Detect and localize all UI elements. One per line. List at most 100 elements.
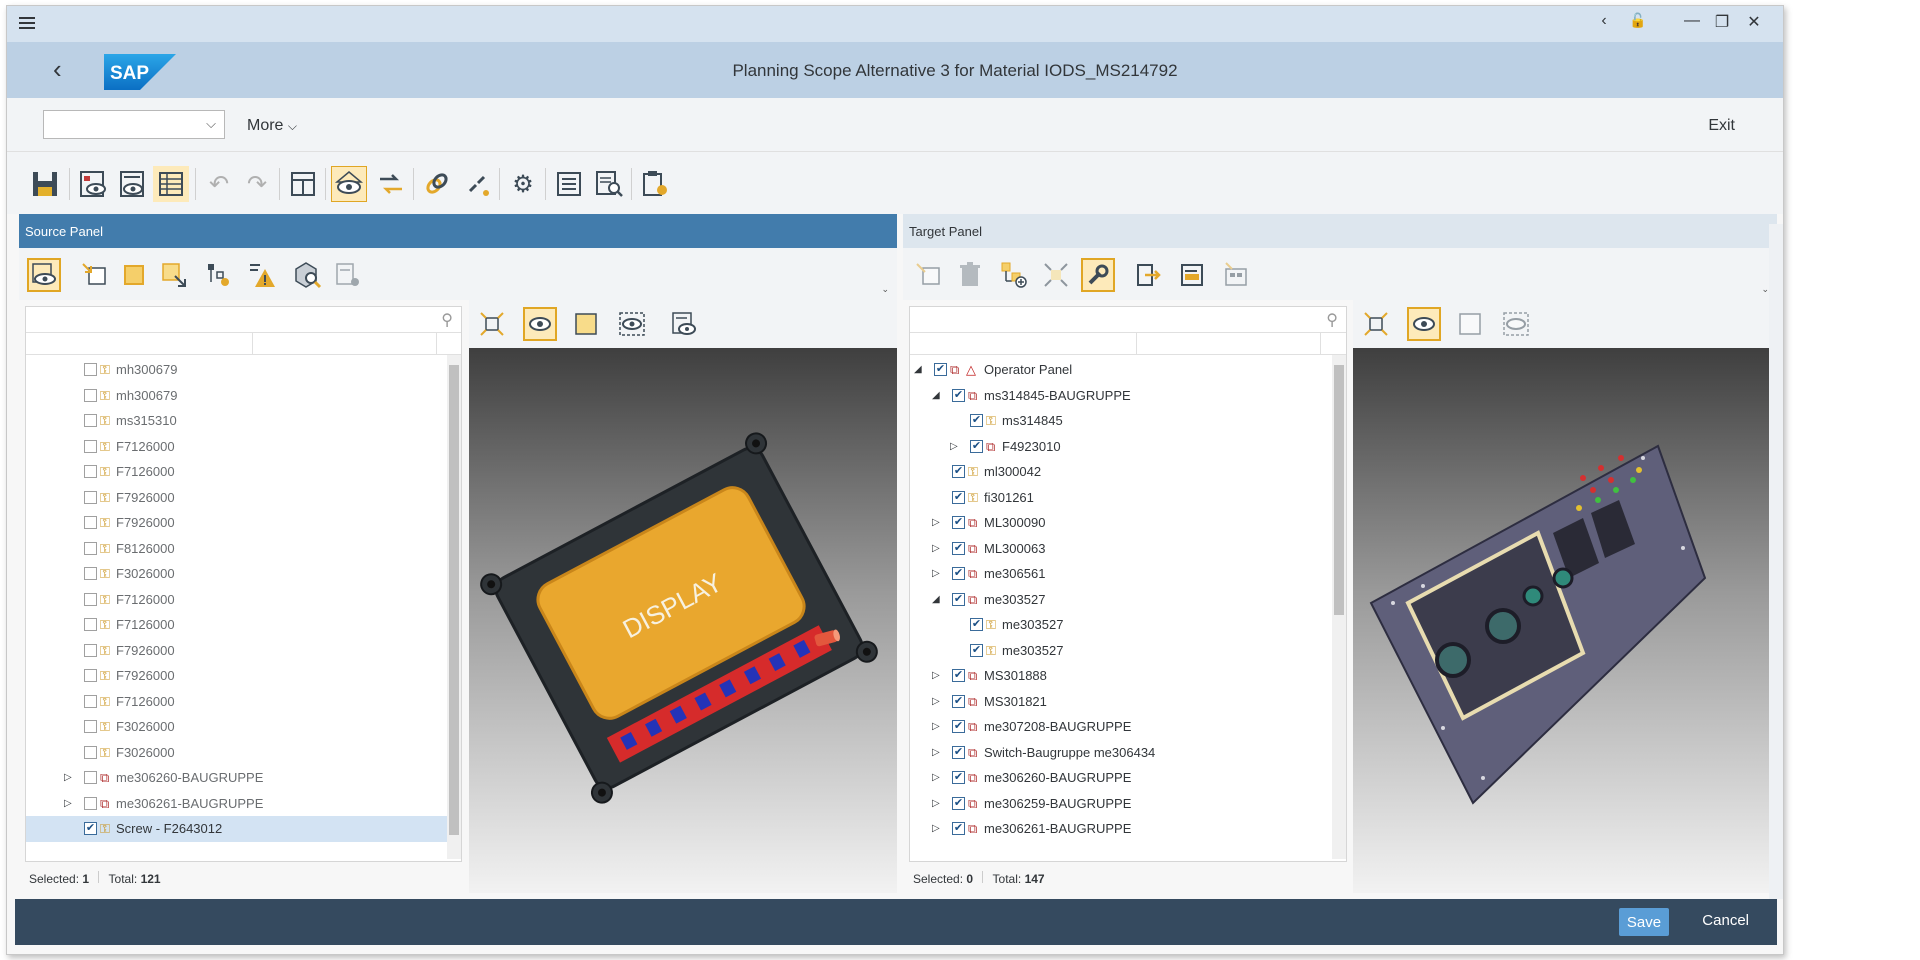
viewer-frame-icon[interactable] xyxy=(569,307,603,341)
chevron-down-icon[interactable]: ⌵ xyxy=(206,116,216,132)
row-checkbox[interactable]: ✔ xyxy=(952,541,965,555)
save-button[interactable]: Save xyxy=(1619,908,1669,936)
tree-row[interactable]: ⚿ F7126000 xyxy=(26,587,461,613)
expand-icon[interactable]: ▷ xyxy=(932,561,944,587)
tree-row[interactable]: ⚿ F7126000 xyxy=(26,434,461,460)
target-select-icon[interactable] xyxy=(911,258,945,292)
nav-back-small-icon[interactable]: ‹ xyxy=(1593,12,1615,30)
tree-row[interactable]: ⚿ mh300679 xyxy=(26,357,461,383)
source-scrollbar[interactable] xyxy=(447,355,461,859)
tree-row[interactable]: ▷ ✔ ⧉ MS301821 xyxy=(910,689,1346,715)
source-expand-icon[interactable] xyxy=(157,258,191,292)
tree-row[interactable]: ✔ ⚿ ml300042 xyxy=(910,459,1346,485)
row-checkbox[interactable] xyxy=(84,439,97,453)
row-checkbox[interactable] xyxy=(84,363,97,376)
row-checkbox[interactable]: ✔ xyxy=(952,796,965,810)
row-checkbox[interactable] xyxy=(84,796,97,810)
row-checkbox[interactable] xyxy=(84,516,97,529)
tree-row[interactable]: ◢ ✔ ⧉ △ Operator Panel xyxy=(910,357,1346,383)
tree-row[interactable]: ▷ ✔ ⧉ me306261-BAUGRUPPE xyxy=(910,816,1346,842)
tree-row[interactable]: ◢ ✔ ⧉ me303527 xyxy=(910,587,1346,613)
row-checkbox[interactable]: ✔ xyxy=(970,618,983,631)
close-icon[interactable]: ✕ xyxy=(1743,12,1765,32)
tree-row[interactable]: ⚿ F7926000 xyxy=(26,638,461,664)
tree-row[interactable]: ▷ ✔ ⧉ me306259-BAUGRUPPE xyxy=(910,791,1346,817)
row-checkbox[interactable] xyxy=(84,643,97,657)
tree-row[interactable]: ⚿ F7126000 xyxy=(26,612,461,638)
display-list-icon[interactable] xyxy=(115,166,151,202)
row-checkbox[interactable] xyxy=(84,745,97,759)
expand-icon[interactable]: ▷ xyxy=(932,510,944,536)
find-list-icon[interactable] xyxy=(591,166,627,202)
more-menu-button[interactable]: More ⌵ xyxy=(247,117,297,135)
row-checkbox[interactable] xyxy=(84,388,97,402)
target-search-input[interactable]: ⚲ xyxy=(910,307,1346,333)
tree-row[interactable]: ⚿ F7926000 xyxy=(26,485,461,511)
source-3d-viewer[interactable]: DISPLAY xyxy=(469,348,897,893)
row-checkbox[interactable]: ✔ xyxy=(970,414,983,427)
tree-row[interactable]: ▷ ✔ ⧉ me307208-BAUGRUPPE xyxy=(910,714,1346,740)
right-scrollbar[interactable] xyxy=(1769,224,1783,899)
restore-icon[interactable]: ❐ xyxy=(1711,12,1733,32)
row-checkbox[interactable]: ✔ xyxy=(934,363,947,376)
row-checkbox[interactable]: ✔ xyxy=(952,516,965,529)
redo-icon[interactable]: ↷ xyxy=(239,166,275,202)
row-checkbox[interactable]: ✔ xyxy=(970,439,983,453)
overflow-icon[interactable]: ⌄ xyxy=(1761,284,1769,295)
row-checkbox[interactable]: ✔ xyxy=(952,771,965,784)
save-icon[interactable] xyxy=(27,166,63,202)
row-checkbox[interactable] xyxy=(84,567,97,580)
row-checkbox[interactable]: ✔ xyxy=(952,822,965,835)
row-checkbox[interactable] xyxy=(84,465,97,478)
tree-row[interactable]: ⚿ mh300679 xyxy=(26,383,461,409)
overflow-icon[interactable]: ⌄ xyxy=(881,284,889,295)
undo-icon[interactable]: ↶ xyxy=(201,166,237,202)
row-checkbox[interactable] xyxy=(84,694,97,708)
viewer-ghost-icon[interactable] xyxy=(615,307,649,341)
source-search-object-icon[interactable] xyxy=(291,258,325,292)
row-checkbox[interactable]: ✔ xyxy=(952,745,965,759)
row-checkbox[interactable] xyxy=(84,490,97,504)
layout-icon[interactable] xyxy=(285,166,321,202)
tree-row[interactable]: ⚿ F7126000 xyxy=(26,689,461,715)
row-checkbox[interactable] xyxy=(84,414,97,427)
exit-button[interactable]: Exit xyxy=(1708,117,1735,135)
source-select-icon[interactable] xyxy=(77,258,111,292)
tree-row[interactable]: ✔ ⚿ ms314845 xyxy=(910,408,1346,434)
search-icon[interactable]: ⚲ xyxy=(1326,310,1338,330)
source-box-icon[interactable] xyxy=(117,258,151,292)
wrench-icon[interactable] xyxy=(1081,258,1115,292)
tree-row[interactable]: ✔ ⚿ Screw - F2643012 xyxy=(26,816,461,842)
transfer-icon[interactable] xyxy=(373,166,409,202)
row-checkbox[interactable]: ✔ xyxy=(952,669,965,682)
collapse-icon[interactable]: ◢ xyxy=(914,357,926,383)
tree-row[interactable]: ▷ ✔ ⧉ me306260-BAUGRUPPE xyxy=(910,765,1346,791)
source-list-settings-icon[interactable] xyxy=(331,258,365,292)
tree-row[interactable]: ⚿ F3026000 xyxy=(26,714,461,740)
tree-row[interactable]: ▷ ✔ ⧉ me306561 xyxy=(910,561,1346,587)
tree-row[interactable]: ⚿ F7926000 xyxy=(26,663,461,689)
collapse-icon[interactable]: ◢ xyxy=(932,383,944,409)
cancel-button[interactable]: Cancel xyxy=(1702,912,1749,929)
row-checkbox[interactable]: ✔ xyxy=(952,694,965,708)
search-icon[interactable]: ⚲ xyxy=(441,310,453,330)
export-icon[interactable] xyxy=(1131,258,1165,292)
tree-row[interactable]: ⚿ F3026000 xyxy=(26,740,461,766)
tree-row[interactable]: ▷ ✔ ⧉ F4923010 xyxy=(910,434,1346,460)
target-highlight-icon[interactable] xyxy=(1175,258,1209,292)
source-warning-icon[interactable] xyxy=(245,258,279,292)
row-checkbox[interactable]: ✔ xyxy=(970,643,983,657)
delete-icon[interactable] xyxy=(953,258,987,292)
unlink-icon[interactable] xyxy=(459,166,495,202)
collapse-icon[interactable]: ◢ xyxy=(932,587,944,613)
fit-all-icon[interactable] xyxy=(1359,307,1393,341)
fit-all-icon[interactable] xyxy=(475,307,509,341)
link-icon[interactable] xyxy=(419,166,455,202)
settings-icon[interactable]: ⚙ xyxy=(505,166,541,202)
minimize-icon[interactable]: — xyxy=(1681,12,1703,30)
display-object-icon[interactable] xyxy=(75,166,111,202)
row-checkbox[interactable] xyxy=(84,618,97,631)
viewer-frame-icon[interactable] xyxy=(1453,307,1487,341)
row-checkbox[interactable]: ✔ xyxy=(952,490,965,504)
tree-row[interactable]: ⚿ ms315310 xyxy=(26,408,461,434)
